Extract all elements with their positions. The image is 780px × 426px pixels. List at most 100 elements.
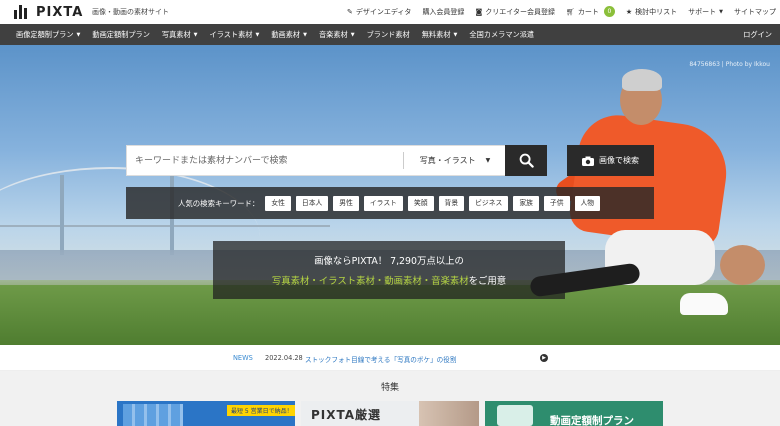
nav-label: 全国カメラマン派遣 bbox=[469, 29, 535, 39]
news-date: 2022.04.28 bbox=[265, 354, 303, 362]
promo-line1: 画像ならPIXTA！ 7,290万点以上の bbox=[314, 256, 464, 267]
chevron-down-icon: ▼ bbox=[76, 31, 81, 38]
nav-brand[interactable]: ブランド素材 bbox=[367, 30, 410, 40]
next-news-button[interactable]: ▶ bbox=[540, 354, 548, 362]
keyword-tag[interactable]: 人物 bbox=[574, 195, 601, 211]
keyword-tag[interactable]: 子供 bbox=[543, 195, 570, 211]
news-ticker: NEWS 2022.04.28 ストックフォト目線で考える「写真のボケ」の役割 … bbox=[0, 345, 780, 371]
nav-label: 音楽素材 bbox=[318, 29, 348, 39]
cart-link[interactable]: 🛒︎ カート 0 bbox=[566, 6, 615, 17]
main-nav: 画像定額制プラン ▼ 動画定額制プラン 写真素材 ▼ イラスト素材 ▼ 動画素材 ▼ 音… bbox=[0, 24, 780, 45]
site-tagline: 画像・動画の素材サイト bbox=[92, 8, 169, 16]
star-icon: ★ bbox=[625, 7, 633, 16]
sitemap-link[interactable]: サイトマップ bbox=[734, 6, 776, 17]
keyword-tag[interactable]: 女性 bbox=[265, 195, 291, 211]
card-thumbnail-grid bbox=[123, 404, 183, 426]
news-link[interactable]: ストックフォト目線で考える「写真のボケ」の役割 bbox=[305, 354, 456, 364]
image-search-label: 画像で検索 bbox=[599, 156, 639, 165]
nav-music[interactable]: 音楽素材 ▼ bbox=[319, 30, 355, 40]
delivery-badge: 最短 5 営業日で納品！ bbox=[227, 405, 295, 416]
video-plan-icon bbox=[497, 405, 533, 426]
image-search-button[interactable]: 画像で検索 bbox=[567, 145, 654, 176]
keyword-tag[interactable]: 日本人 bbox=[295, 195, 329, 211]
search-bar: 写真・イラスト ▼ bbox=[126, 145, 547, 176]
nav-video-subscription[interactable]: 動画定額制プラン bbox=[92, 30, 150, 40]
chevron-down-icon: ▼ bbox=[255, 31, 260, 38]
search-divider bbox=[403, 152, 404, 169]
category-select[interactable]: 写真・イラスト ▼ bbox=[405, 146, 505, 175]
card-image bbox=[419, 401, 479, 426]
nav-free[interactable]: 無料素材 ▼ bbox=[422, 30, 458, 40]
design-editor-link[interactable]: ✎ デザインエディタ bbox=[347, 6, 411, 17]
chevron-down-icon: ▼ bbox=[350, 31, 355, 38]
bridge-tower bbox=[60, 175, 64, 255]
category-select-value: 写真・イラスト bbox=[419, 156, 476, 165]
wishlist-label: 検討中リスト bbox=[635, 7, 678, 16]
camera-icon: ◙ bbox=[475, 7, 483, 16]
chevron-down-icon: ▼ bbox=[485, 157, 491, 164]
nav-image-subscription[interactable]: 画像定額制プラン ▼ bbox=[16, 30, 80, 40]
search-icon bbox=[519, 153, 534, 168]
top-header: PIXTA 画像・動画の素材サイト ✎ デザインエディタ 購入会員登録 ◙ クリ… bbox=[0, 0, 780, 24]
featured-card[interactable]: 最短 5 営業日で納品！ bbox=[117, 401, 295, 426]
hero-banner: 84756863 | Photo by Ikkou 写真・イラスト ▼ bbox=[0, 45, 780, 345]
support-label: サポート bbox=[688, 7, 717, 16]
news-tag: NEWS bbox=[233, 354, 253, 362]
nav-photographer-dispatch[interactable]: 全国カメラマン派遣 bbox=[469, 30, 534, 40]
nav-label: ブランド素材 bbox=[366, 29, 410, 39]
cart-icon: 🛒︎ bbox=[565, 7, 575, 16]
card-title: 動画定額制プラン bbox=[550, 415, 634, 426]
sitemap-label: サイトマップ bbox=[734, 7, 776, 16]
keyword-tag[interactable]: イラスト bbox=[363, 195, 403, 211]
featured-section: 特集 最短 5 営業日で納品！ PIXTA厳選 動画定額制プラン bbox=[0, 371, 780, 426]
nav-label: 動画素材 bbox=[271, 29, 301, 39]
chevron-down-icon: ▼ bbox=[303, 31, 307, 38]
nav-label: 写真素材 bbox=[161, 29, 191, 39]
search-input[interactable] bbox=[127, 146, 399, 175]
search-button[interactable] bbox=[505, 145, 547, 176]
promo-rest-text: をご用意 bbox=[468, 276, 507, 287]
featured-card[interactable]: PIXTA厳選 bbox=[301, 401, 479, 426]
support-menu[interactable]: サポート ▼ bbox=[688, 6, 723, 17]
nav-label: 動画定額制プラン bbox=[92, 29, 150, 39]
buyer-signup-link[interactable]: 購入会員登録 bbox=[422, 6, 464, 17]
chevron-down-icon: ▼ bbox=[193, 31, 198, 38]
camera-icon bbox=[582, 156, 594, 166]
buyer-signup-label: 購入会員登録 bbox=[422, 7, 465, 16]
featured-title: 特集 bbox=[380, 383, 399, 393]
featured-card[interactable]: 動画定額制プラン bbox=[485, 401, 663, 426]
popular-keywords-label: 人気の検索キーワード： bbox=[178, 198, 260, 208]
promo-accent-text[interactable]: 写真素材・イラスト素材・動画素材・音楽素材 bbox=[272, 276, 469, 287]
nav-label: 無料素材 bbox=[421, 29, 451, 39]
logo-mark-icon bbox=[14, 5, 32, 19]
pixta-logo[interactable]: PIXTA bbox=[14, 4, 83, 20]
chevron-down-icon: ▼ bbox=[453, 31, 458, 38]
creator-signup-link[interactable]: ◙ クリエイター会員登録 bbox=[475, 6, 555, 17]
bridge-deck bbox=[0, 225, 330, 233]
cart-count-badge: 0 bbox=[603, 6, 615, 17]
chevron-down-icon: ▼ bbox=[719, 8, 723, 15]
logo-text: PIXTA bbox=[36, 4, 84, 20]
keyword-tag[interactable]: 家族 bbox=[513, 195, 539, 211]
wishlist-link[interactable]: ★ 検討中リスト bbox=[626, 6, 677, 17]
nav-label: 画像定額制プラン bbox=[16, 29, 74, 39]
nav-photos[interactable]: 写真素材 ▼ bbox=[162, 30, 198, 40]
nav-illustrations[interactable]: イラスト素材 ▼ bbox=[210, 30, 260, 40]
cart-label: カート bbox=[577, 7, 599, 16]
card-title: PIXTA厳選 bbox=[311, 408, 382, 422]
keyword-tag[interactable]: 笑顔 bbox=[407, 195, 434, 211]
header-links: ✎ デザインエディタ 購入会員登録 ◙ クリエイター会員登録 🛒︎ カート 0 … bbox=[347, 6, 776, 17]
nav-label: イラスト素材 bbox=[209, 29, 253, 39]
pencil-icon: ✎ bbox=[347, 7, 353, 16]
keyword-tag[interactable]: 背景 bbox=[438, 195, 465, 211]
keyword-tag[interactable]: ビジネス bbox=[469, 195, 509, 211]
promo-line2: 写真素材・イラスト素材・動画素材・音楽素材をご用意 bbox=[213, 273, 565, 287]
promo-message: 画像ならPIXTA！ 7,290万点以上の 写真素材・イラスト素材・動画素材・音… bbox=[213, 241, 565, 299]
chevron-right-icon: ▶ bbox=[542, 355, 546, 361]
nav-videos[interactable]: 動画素材 ▼ bbox=[271, 30, 307, 40]
creator-signup-label: クリエイター会員登録 bbox=[485, 7, 555, 16]
keyword-tag[interactable]: 男性 bbox=[333, 195, 359, 211]
login-link[interactable]: ログイン bbox=[743, 30, 772, 40]
popular-keywords: 人気の検索キーワード： 女性 日本人 男性 イラスト 笑顔 背景 ビジネス 家族… bbox=[126, 187, 654, 219]
design-editor-label: デザインエディタ bbox=[355, 7, 412, 16]
